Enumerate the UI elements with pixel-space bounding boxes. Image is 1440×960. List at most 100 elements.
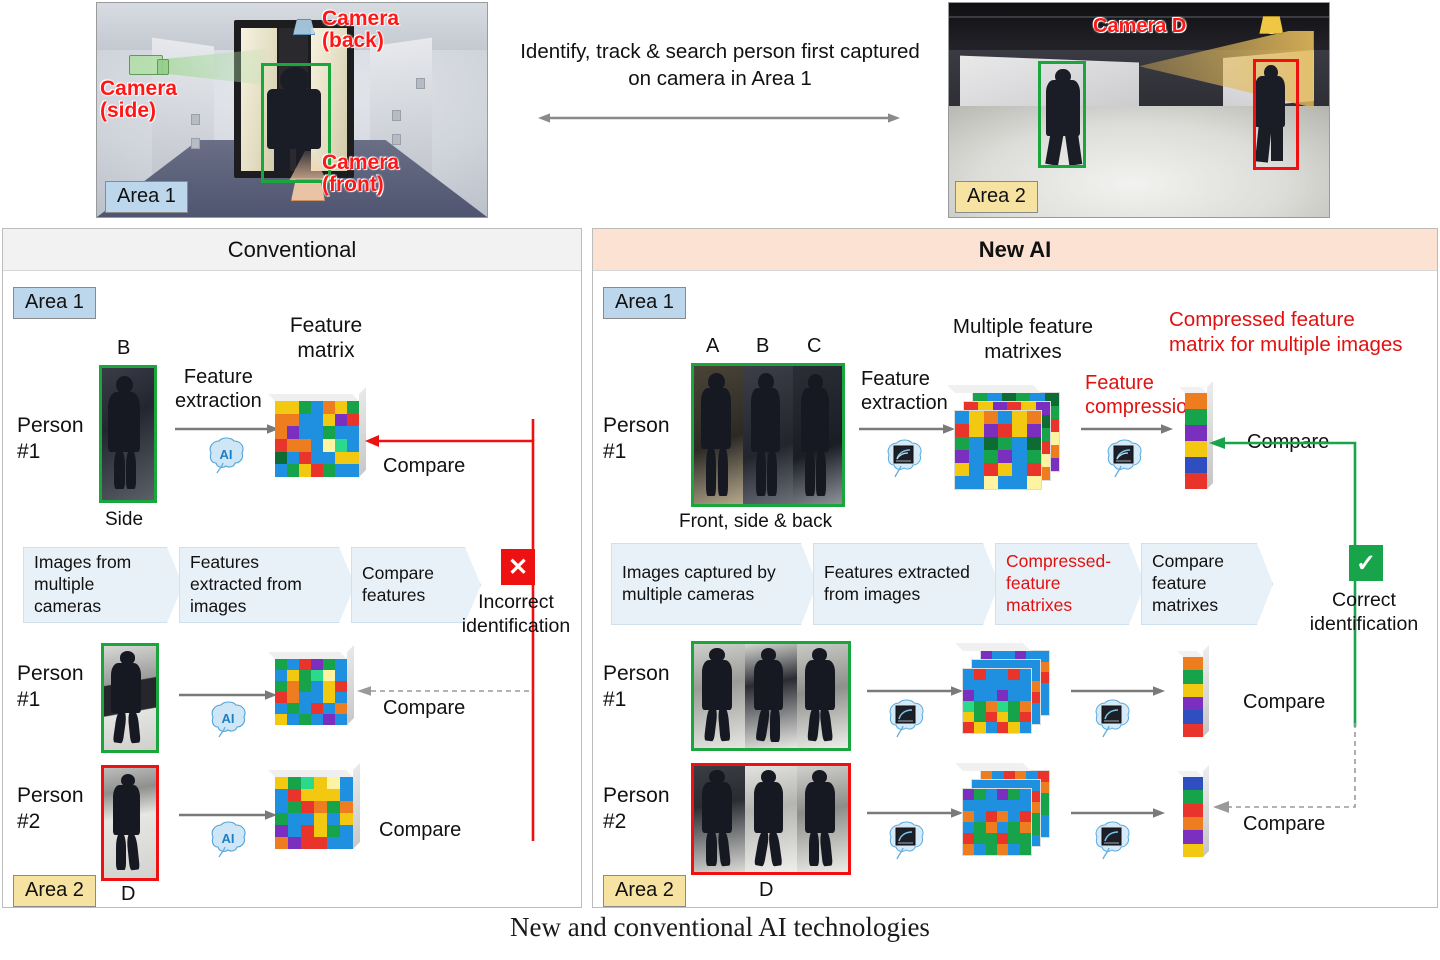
matrix-cell (287, 451, 299, 465)
matrix-cell (275, 413, 287, 427)
newai-panel-body: Area 1 Person #1 A B C Front, side & bac… (593, 271, 1437, 907)
conventional-flow-row: Images from multiple cameras Features ex… (23, 547, 503, 623)
matrix-cell (275, 801, 288, 813)
compressed-cell (1185, 393, 1207, 409)
matrix-cell (985, 844, 997, 855)
conventional-panel-body: Area 1 Person #1 B Side Feature extracti… (3, 271, 581, 907)
matrix-cell (963, 800, 975, 811)
compressed-cell (1183, 790, 1203, 804)
compressed-cell (1185, 409, 1207, 425)
matrix-cell (996, 722, 1009, 733)
matrix-cell (1012, 450, 1027, 463)
newai-images-caption: Front, side & back (679, 511, 833, 532)
arrow-right-icon (867, 808, 963, 818)
matrix-cell (996, 789, 1009, 800)
matrix-cell (314, 837, 327, 849)
ai-chip-brain-icon (883, 697, 929, 738)
matrix-cell (335, 670, 347, 681)
matrix-cell (323, 703, 335, 714)
matrix-cell (314, 789, 327, 801)
matrix-cell (1019, 811, 1031, 822)
matrix-cell (299, 451, 311, 465)
matrix-cell (1019, 669, 1031, 680)
thumb-2 (745, 644, 797, 748)
arrow-right-icon (1071, 808, 1165, 818)
matrix-cell (996, 822, 1009, 833)
conventional-compare-mid-label: Compare (383, 697, 466, 719)
matrix-cell (1012, 437, 1027, 450)
matrix-cell (299, 692, 311, 703)
conventional-person2-label: Person #2 (17, 784, 84, 833)
matrix-cell (287, 413, 299, 427)
matrix-cell (335, 464, 347, 477)
matrix-cell (974, 789, 986, 800)
flow-step-4: Compare feature matrixes (1141, 543, 1273, 625)
matrix-cell (1019, 711, 1031, 723)
compressed-cell (1183, 657, 1203, 671)
matrix-cell (311, 451, 323, 465)
matrix-cell (288, 777, 301, 789)
thumb-1 (694, 766, 746, 872)
matrix-cell (311, 692, 323, 703)
matrix-cell (974, 722, 986, 733)
matrix-cell (327, 777, 340, 789)
conventional-compare-bottom-label: Compare (379, 819, 462, 841)
matrix-cell (1008, 822, 1020, 833)
thumb-side (743, 366, 793, 504)
matrix-cell (311, 439, 323, 452)
matrix-top-face (955, 643, 1031, 651)
matrix-cell (985, 711, 997, 723)
matrix-cell (275, 777, 288, 789)
matrix-cell (997, 463, 1013, 476)
matrix-cell (288, 837, 301, 849)
compressed-cell (1183, 683, 1203, 697)
matrix-cell (275, 401, 287, 414)
matrix-cell (997, 450, 1013, 463)
matrix-cell (996, 833, 1009, 844)
matrix-cell (1019, 701, 1031, 712)
matrix-cell (340, 813, 353, 825)
matrix-cell (275, 451, 287, 465)
matrix-cell (1026, 411, 1041, 424)
matrix-cell (969, 437, 984, 450)
matrix-cell (335, 439, 347, 452)
compressed-cell (1183, 710, 1203, 724)
matrix-cell (974, 711, 986, 723)
matrix-cell (996, 690, 1009, 701)
matrix-cell (985, 822, 997, 833)
newai-image-a-letter: A (706, 335, 720, 357)
matrix-cell (1026, 437, 1041, 450)
matrix-cell (301, 789, 314, 801)
matrix-cell (1019, 690, 1031, 701)
matrix-cell (275, 714, 287, 725)
person1-bbox-green (1038, 60, 1086, 168)
matrix-cell (997, 437, 1013, 450)
matrix-cell (996, 844, 1009, 855)
matrix-cell (335, 714, 347, 725)
matrix-cell (323, 401, 335, 414)
matrix-cell (997, 476, 1013, 489)
matrix-cell (1026, 463, 1041, 476)
matrix-cell (1008, 690, 1020, 701)
camera-side-label: Camera (side) (100, 77, 178, 122)
flow-step-3: Compressed-feature matrixes (995, 543, 1145, 625)
matrix-cell (301, 813, 314, 825)
arrow-right-icon (1071, 686, 1165, 696)
matrix-cell (983, 411, 998, 424)
matrix-cell (335, 703, 347, 714)
matrix-cell (1008, 722, 1020, 733)
conventional-image-d-letter: D (121, 883, 136, 905)
matrix-cell (288, 801, 301, 813)
compressed-cell (1183, 843, 1203, 857)
newai-multiple-feature-matrices (947, 385, 1059, 489)
svg-text:AI: AI (222, 711, 235, 726)
matrix-cell (955, 411, 970, 424)
matrix-cell (974, 690, 986, 701)
matrix-cell (275, 692, 287, 703)
correct-identification-icon: ✓ (1349, 545, 1383, 581)
matrix-cell (969, 463, 984, 476)
matrix-cell (983, 450, 998, 463)
matrix-cell (1019, 679, 1031, 691)
matrix-cell (287, 670, 299, 681)
thumb-3 (796, 766, 848, 872)
